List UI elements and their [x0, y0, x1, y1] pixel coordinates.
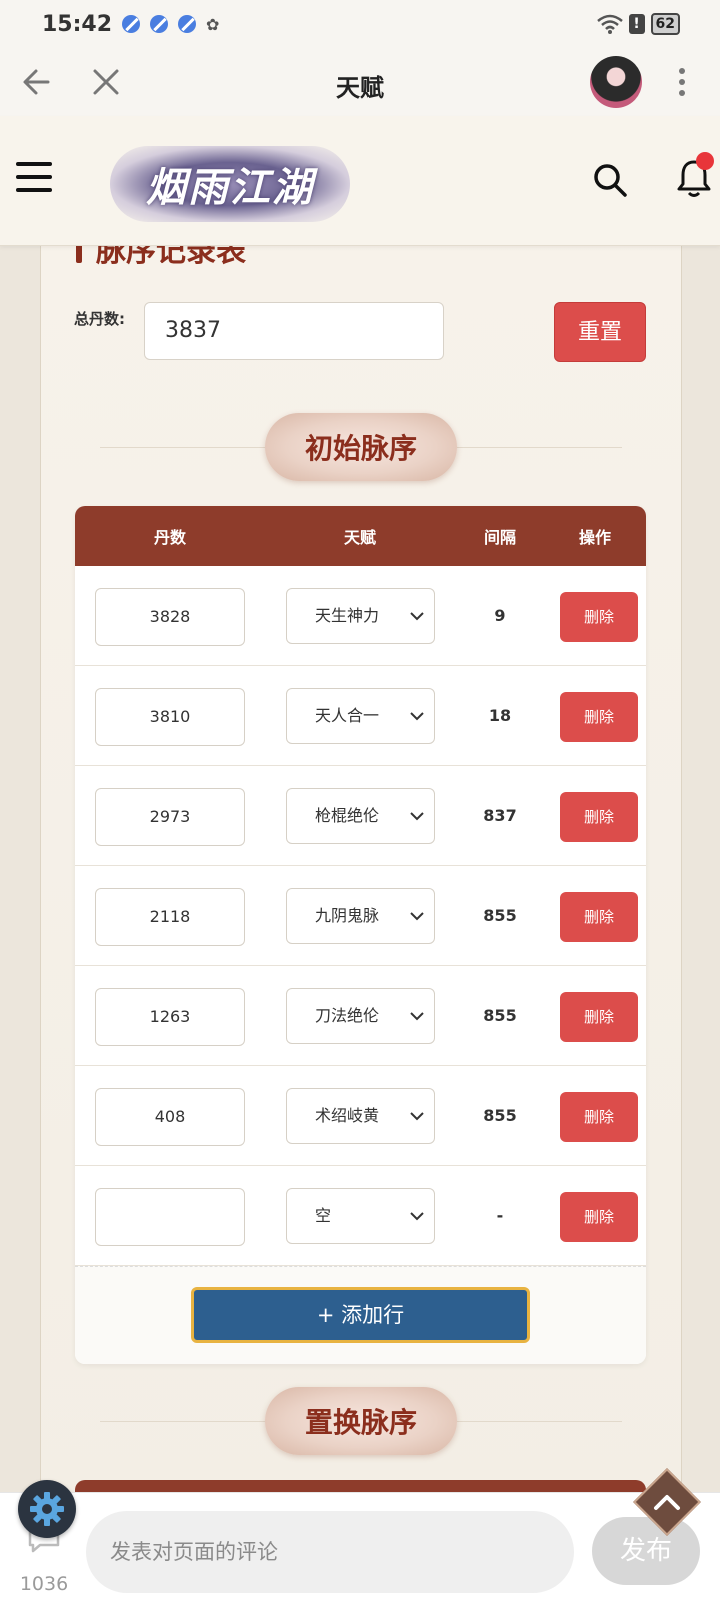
talent-select-value: 九阴鬼脉: [315, 906, 380, 925]
gap-value: 9: [494, 606, 506, 625]
table-header: 丹数 天赋 间隔 操作: [75, 506, 646, 566]
table-row: 3828 天生神力 9 删除: [75, 566, 646, 666]
search-icon[interactable]: [590, 160, 630, 200]
talent-select[interactable]: 术绍岐黄: [286, 1088, 435, 1144]
dan-input[interactable]: 2973: [95, 788, 245, 846]
header-action: 操作: [578, 528, 611, 547]
replace-sequence-title: 置换脉序: [265, 1387, 457, 1455]
dan-input[interactable]: 3828: [95, 588, 245, 646]
talent-select-value: 术绍岐黄: [315, 1106, 380, 1125]
delete-button[interactable]: 删除: [560, 592, 638, 642]
gap-value: -: [496, 1206, 504, 1225]
alert-icon: !: [628, 14, 645, 34]
gap-value: 855: [483, 906, 517, 925]
table-row: 3810 天人合一 18 删除: [75, 666, 646, 766]
chevron-down-icon: [410, 1212, 424, 1221]
chevron-down-icon: [410, 1112, 424, 1121]
delete-button[interactable]: 删除: [560, 792, 638, 842]
talent-select[interactable]: 九阴鬼脉: [286, 888, 435, 944]
talent-select-value: 枪棍绝伦: [315, 806, 380, 825]
system-icons: ! 62: [596, 13, 680, 35]
chevron-down-icon: [410, 912, 424, 921]
browser-title-bar: 天赋: [0, 48, 720, 116]
table-row: 空 - 删除: [75, 1166, 646, 1266]
talent-select[interactable]: 空: [286, 1188, 435, 1244]
table-row: 408 术绍岐黄 855 删除: [75, 1066, 646, 1166]
notification-badge: [696, 152, 714, 170]
menu-icon[interactable]: [16, 162, 52, 192]
logo-text: 烟雨江湖: [146, 164, 314, 211]
sequence-table: 丹数 天赋 间隔 操作 3828 天生神力 9 删除 3810 天人合一 18 …: [75, 506, 646, 1364]
delete-button[interactable]: 删除: [560, 892, 638, 942]
gap-value: 837: [483, 806, 517, 825]
comment-bar: 1036 发表对页面的评论 发布: [0, 1492, 720, 1612]
add-row-button[interactable]: + 添加行: [191, 1287, 530, 1343]
header-gap: 间隔: [483, 528, 516, 547]
talent-select[interactable]: 刀法绝伦: [286, 988, 435, 1044]
dan-input[interactable]: 3810: [95, 688, 245, 746]
initial-sequence-title: 初始脉序: [265, 413, 457, 481]
close-icon[interactable]: [86, 62, 126, 102]
site-header: 烟雨江湖: [0, 116, 720, 246]
total-dan-input[interactable]: 3837: [144, 302, 444, 360]
status-bar: 15:42 ✿ ! 62: [0, 0, 720, 48]
dan-input[interactable]: 1263: [95, 988, 245, 1046]
chevron-up-icon: [654, 1495, 680, 1510]
table-row: 1263 刀法绝伦 855 删除: [75, 966, 646, 1066]
status-time: 15:42: [42, 11, 113, 37]
gap-value: 18: [488, 706, 512, 725]
gap-value: 855: [483, 1006, 517, 1025]
reset-button[interactable]: 重置: [554, 302, 646, 362]
talent-select[interactable]: 天人合一: [286, 688, 435, 744]
talent-select[interactable]: 天生神力: [286, 588, 435, 644]
header-talent: 天赋: [343, 528, 376, 547]
delete-button[interactable]: 删除: [560, 992, 638, 1042]
header-dan: 丹数: [153, 528, 186, 547]
chevron-down-icon: [410, 712, 424, 721]
talent-select-value: 刀法绝伦: [315, 1006, 380, 1025]
site-logo[interactable]: 烟雨江湖: [110, 146, 350, 222]
gear-icon: [30, 1492, 64, 1526]
total-dan-label: 总丹数:: [74, 310, 125, 328]
wifi-icon: [596, 14, 623, 34]
comment-count: 1036: [19, 1573, 69, 1595]
app-notification-icon: [122, 15, 141, 33]
avatar[interactable]: [590, 56, 642, 108]
gap-value: 855: [483, 1106, 517, 1125]
talent-select-value: 天人合一: [315, 706, 380, 725]
initial-sequence-divider: 初始脉序: [80, 412, 642, 482]
battery-indicator: 62: [650, 13, 680, 35]
delete-button[interactable]: 删除: [560, 1192, 638, 1242]
delete-button[interactable]: 删除: [560, 692, 638, 742]
comment-input[interactable]: 发表对页面的评论: [86, 1511, 574, 1593]
more-options-icon[interactable]: [670, 64, 694, 100]
talent-select-value: 天生神力: [315, 606, 380, 625]
app-notification-icon: [178, 15, 197, 33]
notification-icons: ✿: [122, 15, 219, 34]
table-row: 2118 九阴鬼脉 855 删除: [75, 866, 646, 966]
talent-select[interactable]: 枪棍绝伦: [286, 788, 435, 844]
wechat-icon: ✿: [206, 14, 220, 34]
chevron-down-icon: [410, 1012, 424, 1021]
publish-button[interactable]: 发布: [592, 1517, 700, 1585]
back-arrow-icon[interactable]: [18, 62, 58, 102]
delete-button[interactable]: 删除: [560, 1092, 638, 1142]
dan-input[interactable]: 2118: [95, 888, 245, 946]
app-notification-icon: [150, 15, 169, 33]
replace-sequence-divider: 置换脉序: [80, 1386, 642, 1456]
table-row: 2973 枪棍绝伦 837 删除: [75, 766, 646, 866]
dan-input[interactable]: [95, 1188, 245, 1246]
settings-button[interactable]: [18, 1480, 76, 1538]
dan-input[interactable]: 408: [95, 1088, 245, 1146]
talent-select-value: 空: [315, 1206, 332, 1225]
add-row-area: + 添加行: [75, 1266, 646, 1364]
chevron-down-icon: [410, 612, 424, 621]
chevron-down-icon: [410, 812, 424, 821]
